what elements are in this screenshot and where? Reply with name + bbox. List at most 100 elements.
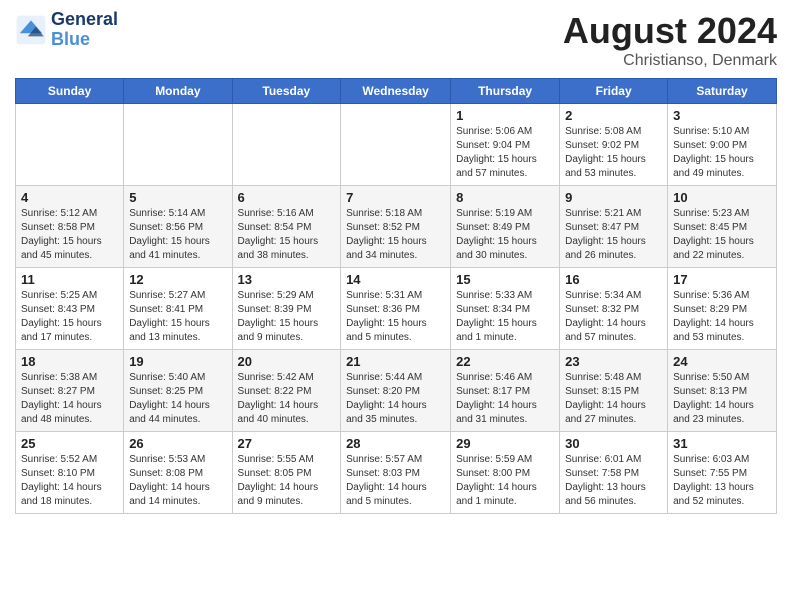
calendar-cell: 2 Sunrise: 5:08 AM Sunset: 9:02 PM Daylig… bbox=[560, 104, 668, 186]
day-info: Sunrise: 5:57 AM Sunset: 8:03 PM Dayligh… bbox=[346, 453, 445, 509]
day-header-tuesday: Tuesday bbox=[232, 79, 341, 104]
location: Christianso, Denmark bbox=[563, 52, 777, 70]
day-info: Sunrise: 5:59 AM Sunset: 8:00 PM Dayligh… bbox=[456, 453, 554, 509]
day-header-saturday: Saturday bbox=[668, 79, 777, 104]
calendar-cell: 1 Sunrise: 5:06 AM Sunset: 9:04 PM Daylig… bbox=[451, 104, 560, 186]
calendar-cell: 6 Sunrise: 5:16 AM Sunset: 8:54 PM Daylig… bbox=[232, 186, 341, 268]
calendar-cell: 14 Sunrise: 5:31 AM Sunset: 8:36 PM Dayli… bbox=[341, 268, 451, 350]
day-info: Sunrise: 5:53 AM Sunset: 8:08 PM Dayligh… bbox=[129, 453, 226, 509]
day-info: Sunrise: 5:27 AM Sunset: 8:41 PM Dayligh… bbox=[129, 289, 226, 345]
calendar-cell: 21 Sunrise: 5:44 AM Sunset: 8:20 PM Dayli… bbox=[341, 350, 451, 432]
day-number: 12 bbox=[129, 272, 226, 287]
calendar-cell: 11 Sunrise: 5:25 AM Sunset: 8:43 PM Dayli… bbox=[16, 268, 124, 350]
day-number: 30 bbox=[565, 436, 662, 451]
calendar-cell: 3Sunrise: 5:10 AM Sunset: 9:00 PM Daylig… bbox=[668, 104, 777, 186]
day-number: 26 bbox=[129, 436, 226, 451]
logo-icon bbox=[15, 14, 47, 46]
day-number: 2 bbox=[565, 108, 662, 123]
calendar-cell: 12 Sunrise: 5:27 AM Sunset: 8:41 PM Dayli… bbox=[124, 268, 232, 350]
day-number: 20 bbox=[238, 354, 336, 369]
day-info: Sunrise: 5:33 AM Sunset: 8:34 PM Dayligh… bbox=[456, 289, 554, 345]
calendar-cell: 17 Sunrise: 5:36 AM Sunset: 8:29 PM Dayli… bbox=[668, 268, 777, 350]
day-info: Sunrise: 5:14 AM Sunset: 8:56 PM Dayligh… bbox=[129, 207, 226, 263]
day-info: Sunrise: 5:38 AM Sunset: 8:27 PM Dayligh… bbox=[21, 371, 118, 427]
day-info: Sunrise: 5:55 AM Sunset: 8:05 PM Dayligh… bbox=[238, 453, 336, 509]
day-number: 8 bbox=[456, 190, 554, 205]
calendar-cell bbox=[232, 104, 341, 186]
calendar-cell: 10 Sunrise: 5:23 AM Sunset: 8:45 PM Dayli… bbox=[668, 186, 777, 268]
day-info: Sunrise: 5:31 AM Sunset: 8:36 PM Dayligh… bbox=[346, 289, 445, 345]
day-number: 31 bbox=[673, 436, 771, 451]
day-info: Sunrise: 5:06 AM Sunset: 9:04 PM Dayligh… bbox=[456, 125, 554, 181]
day-info: Sunrise: 5:21 AM Sunset: 8:47 PM Dayligh… bbox=[565, 207, 662, 263]
calendar-cell: 27Sunrise: 5:55 AM Sunset: 8:05 PM Dayli… bbox=[232, 432, 341, 514]
calendar-week-2: 4 Sunrise: 5:12 AM Sunset: 8:58 PM Daylig… bbox=[16, 186, 777, 268]
calendar-cell: 28 Sunrise: 5:57 AM Sunset: 8:03 PM Dayli… bbox=[341, 432, 451, 514]
day-info: Sunrise: 5:48 AM Sunset: 8:15 PM Dayligh… bbox=[565, 371, 662, 427]
day-number: 13 bbox=[238, 272, 336, 287]
logo-line2: Blue bbox=[51, 30, 118, 50]
title-section: August 2024 Christianso, Denmark bbox=[563, 10, 777, 70]
day-info: Sunrise: 6:03 AM Sunset: 7:55 PM Dayligh… bbox=[673, 453, 771, 509]
day-info: Sunrise: 5:46 AM Sunset: 8:17 PM Dayligh… bbox=[456, 371, 554, 427]
calendar-cell: 5 Sunrise: 5:14 AM Sunset: 8:56 PM Daylig… bbox=[124, 186, 232, 268]
day-number: 7 bbox=[346, 190, 445, 205]
day-number: 1 bbox=[456, 108, 554, 123]
day-info: Sunrise: 5:18 AM Sunset: 8:52 PM Dayligh… bbox=[346, 207, 445, 263]
calendar-cell: 8Sunrise: 5:19 AM Sunset: 8:49 PM Daylig… bbox=[451, 186, 560, 268]
page-header: General Blue August 2024 Christianso, De… bbox=[15, 10, 777, 70]
calendar-week-1: 1 Sunrise: 5:06 AM Sunset: 9:04 PM Daylig… bbox=[16, 104, 777, 186]
day-number: 5 bbox=[129, 190, 226, 205]
day-info: Sunrise: 5:25 AM Sunset: 8:43 PM Dayligh… bbox=[21, 289, 118, 345]
calendar-table: SundayMondayTuesdayWednesdayThursdayFrid… bbox=[15, 78, 777, 514]
day-info: Sunrise: 5:23 AM Sunset: 8:45 PM Dayligh… bbox=[673, 207, 771, 263]
day-number: 14 bbox=[346, 272, 445, 287]
day-number: 11 bbox=[21, 272, 118, 287]
day-number: 28 bbox=[346, 436, 445, 451]
calendar-cell: 22Sunrise: 5:46 AM Sunset: 8:17 PM Dayli… bbox=[451, 350, 560, 432]
day-header-sunday: Sunday bbox=[16, 79, 124, 104]
day-number: 19 bbox=[129, 354, 226, 369]
calendar-cell: 7 Sunrise: 5:18 AM Sunset: 8:52 PM Daylig… bbox=[341, 186, 451, 268]
day-number: 25 bbox=[21, 436, 118, 451]
calendar-cell: 15Sunrise: 5:33 AM Sunset: 8:34 PM Dayli… bbox=[451, 268, 560, 350]
day-info: Sunrise: 5:40 AM Sunset: 8:25 PM Dayligh… bbox=[129, 371, 226, 427]
day-info: Sunrise: 5:36 AM Sunset: 8:29 PM Dayligh… bbox=[673, 289, 771, 345]
calendar-cell: 29Sunrise: 5:59 AM Sunset: 8:00 PM Dayli… bbox=[451, 432, 560, 514]
calendar-cell: 26 Sunrise: 5:53 AM Sunset: 8:08 PM Dayli… bbox=[124, 432, 232, 514]
day-number: 16 bbox=[565, 272, 662, 287]
day-header-wednesday: Wednesday bbox=[341, 79, 451, 104]
day-number: 18 bbox=[21, 354, 118, 369]
logo-line1: General bbox=[51, 10, 118, 30]
calendar-week-4: 18 Sunrise: 5:38 AM Sunset: 8:27 PM Dayli… bbox=[16, 350, 777, 432]
day-header-thursday: Thursday bbox=[451, 79, 560, 104]
calendar-cell: 16Sunrise: 5:34 AM Sunset: 8:32 PM Dayli… bbox=[560, 268, 668, 350]
calendar-cell: 31 Sunrise: 6:03 AM Sunset: 7:55 PM Dayli… bbox=[668, 432, 777, 514]
calendar-cell bbox=[341, 104, 451, 186]
day-number: 4 bbox=[21, 190, 118, 205]
calendar-cell: 13Sunrise: 5:29 AM Sunset: 8:39 PM Dayli… bbox=[232, 268, 341, 350]
calendar-cell: 19 Sunrise: 5:40 AM Sunset: 8:25 PM Dayli… bbox=[124, 350, 232, 432]
day-info: Sunrise: 5:12 AM Sunset: 8:58 PM Dayligh… bbox=[21, 207, 118, 263]
day-info: Sunrise: 5:16 AM Sunset: 8:54 PM Dayligh… bbox=[238, 207, 336, 263]
calendar-week-5: 25Sunrise: 5:52 AM Sunset: 8:10 PM Dayli… bbox=[16, 432, 777, 514]
calendar-cell: 4 Sunrise: 5:12 AM Sunset: 8:58 PM Daylig… bbox=[16, 186, 124, 268]
day-number: 3 bbox=[673, 108, 771, 123]
day-info: Sunrise: 5:50 AM Sunset: 8:13 PM Dayligh… bbox=[673, 371, 771, 427]
calendar-cell: 9 Sunrise: 5:21 AM Sunset: 8:47 PM Daylig… bbox=[560, 186, 668, 268]
day-number: 10 bbox=[673, 190, 771, 205]
calendar-cell bbox=[124, 104, 232, 186]
day-number: 6 bbox=[238, 190, 336, 205]
day-info: Sunrise: 5:44 AM Sunset: 8:20 PM Dayligh… bbox=[346, 371, 445, 427]
month-year: August 2024 bbox=[563, 10, 777, 52]
day-number: 24 bbox=[673, 354, 771, 369]
day-header-monday: Monday bbox=[124, 79, 232, 104]
day-number: 23 bbox=[565, 354, 662, 369]
day-number: 17 bbox=[673, 272, 771, 287]
calendar-week-3: 11 Sunrise: 5:25 AM Sunset: 8:43 PM Dayli… bbox=[16, 268, 777, 350]
logo: General Blue bbox=[15, 10, 118, 50]
day-number: 9 bbox=[565, 190, 662, 205]
day-info: Sunrise: 5:08 AM Sunset: 9:02 PM Dayligh… bbox=[565, 125, 662, 181]
day-number: 21 bbox=[346, 354, 445, 369]
calendar-cell bbox=[16, 104, 124, 186]
